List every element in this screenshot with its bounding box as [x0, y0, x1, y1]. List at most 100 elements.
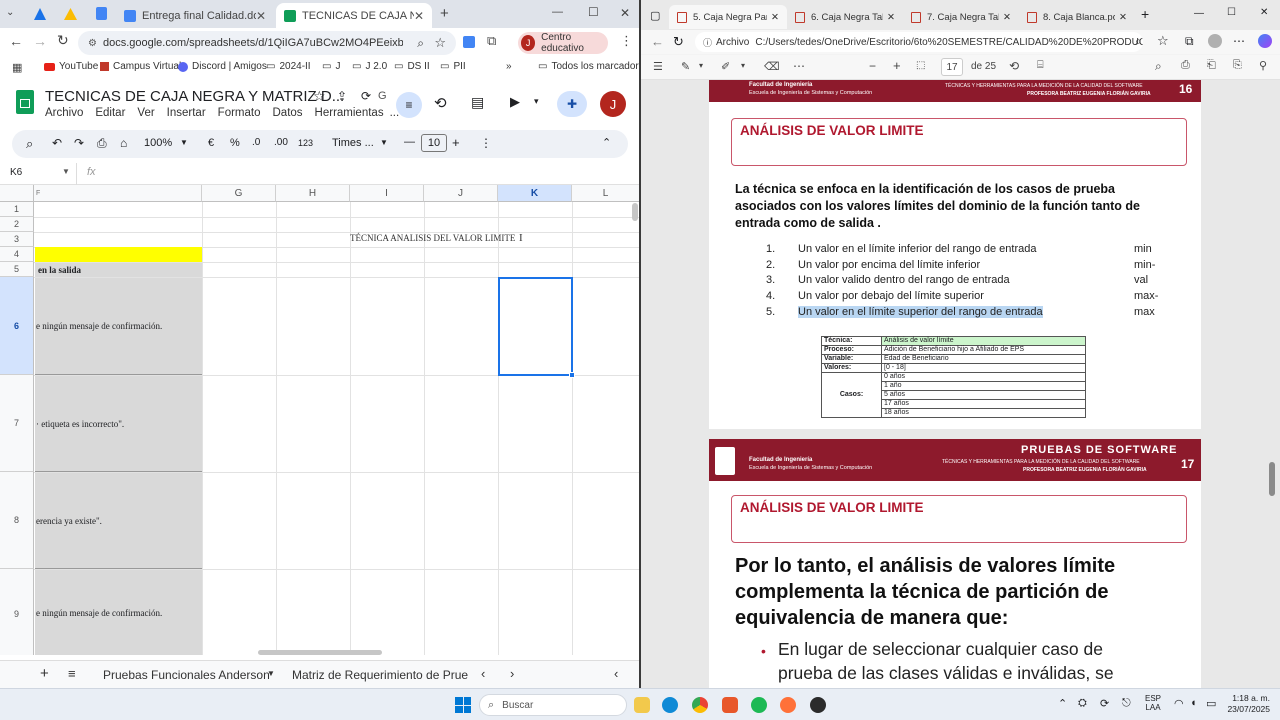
zoom-in-icon[interactable]: +: [893, 58, 901, 73]
star-icon[interactable]: ☆: [313, 88, 326, 105]
new-tab-button[interactable]: +: [1141, 6, 1149, 22]
print-icon[interactable]: ⎙: [97, 136, 107, 151]
rotate-icon[interactable]: ⟲: [1009, 59, 1019, 73]
share-button[interactable]: ✚: [557, 91, 587, 117]
highlight-icon[interactable]: ✎: [681, 60, 690, 73]
all-bookmarks-button[interactable]: ▭ Todos los marcadores: [538, 61, 640, 72]
zoom-out-icon[interactable]: −: [869, 59, 876, 73]
pdf-scrollbar[interactable]: [1269, 462, 1275, 496]
tray-icon[interactable]: ⎋: [1122, 697, 1131, 710]
new-tab-button[interactable]: +: [440, 5, 449, 22]
cell-f8[interactable]: erencia ya existe".: [35, 473, 202, 569]
zoom-select[interactable]: 100%: [144, 137, 172, 149]
vertical-scrollbar[interactable]: [632, 203, 638, 221]
all-sheets-icon[interactable]: ≡: [68, 666, 76, 681]
tab-caja-blanca[interactable]: 8. Caja Blanca.pdf ✕: [1019, 5, 1135, 29]
profile-icon[interactable]: [1208, 34, 1222, 48]
minimize-button[interactable]: —: [1194, 8, 1204, 19]
bookmark-folder[interactable]: ▭ 2024-II: [266, 61, 311, 72]
chevron-down-icon[interactable]: ▾: [534, 96, 539, 107]
pin-toolbar-icon[interactable]: ⚲: [1259, 59, 1267, 72]
meet-icon[interactable]: ▶: [510, 94, 520, 110]
column-header-f[interactable]: F: [34, 185, 202, 202]
spotify-icon[interactable]: [751, 697, 767, 713]
bookmark-folder[interactable]: ▭ J 2.0: [352, 61, 387, 72]
font-size-decrease[interactable]: —: [404, 136, 415, 148]
row-header-3[interactable]: 3: [0, 232, 34, 247]
column-header-l[interactable]: L: [572, 185, 640, 202]
bookmark-campus[interactable]: Campus Virtual: [100, 61, 181, 72]
chevron-down-icon[interactable]: ▼: [62, 167, 70, 176]
bookmark-youtube[interactable]: YouTube: [44, 61, 98, 72]
redo-icon[interactable]: ↷: [74, 136, 84, 150]
zoom-icon[interactable]: ⌕: [417, 36, 424, 51]
maximize-button[interactable]: ☐: [1227, 7, 1236, 18]
move-folder-icon[interactable]: ⇪: [337, 89, 347, 103]
chevron-down-icon[interactable]: ▾: [699, 61, 703, 70]
chevron-up-icon[interactable]: ⌃: [1058, 697, 1067, 710]
search-icon[interactable]: ⌕: [26, 136, 33, 152]
scroll-tabs-right-icon[interactable]: ›: [510, 666, 514, 681]
row-header-5[interactable]: 5: [0, 262, 34, 277]
windows-start-icon[interactable]: [455, 697, 471, 713]
more-icon[interactable]: ⋯: [793, 59, 805, 73]
user-avatar[interactable]: J: [600, 91, 626, 117]
side-panel-icon[interactable]: ‹: [614, 666, 618, 681]
row-header-2[interactable]: 2: [0, 217, 34, 232]
cloud-status-icon[interactable]: ⟳: [361, 89, 371, 103]
close-icon[interactable]: ✕: [887, 12, 895, 23]
maximize-button[interactable]: ☐: [588, 5, 599, 19]
zoom-icon[interactable]: ⌕: [1135, 34, 1142, 49]
cell-f7[interactable]: · etiqueta es incorrecto".: [35, 376, 202, 472]
profile-button[interactable]: J Centro educativo: [518, 32, 608, 54]
close-window-button[interactable]: ✕: [1260, 7, 1268, 18]
translate-icon[interactable]: [463, 36, 475, 48]
doc-title[interactable]: TECNICAS DE CAJA NEGRA Y MATRIZ D...: [45, 88, 344, 105]
font-size-increase[interactable]: +: [452, 135, 460, 150]
bookmark-discord[interactable]: Discord | Amigos: [178, 61, 267, 72]
chevron-down-icon[interactable]: ▼: [380, 138, 388, 147]
cell-f6[interactable]: e ningún mensaje de confirmación.: [35, 278, 202, 375]
tab-caja-negra-tablas[interactable]: 6. Caja Negra Tablas ✕: [787, 5, 903, 29]
bookmark-folder[interactable]: ▭ DS II: [394, 61, 430, 72]
clock[interactable]: 1:18 a. m. 23/07/2025: [1226, 693, 1270, 715]
chevron-down-icon[interactable]: ▾: [741, 61, 745, 70]
battery-icon[interactable]: ▭: [1206, 697, 1216, 710]
sidebar-toggle-icon[interactable]: ≡: [396, 92, 422, 118]
apps-grid-icon[interactable]: ▦: [12, 61, 22, 74]
number-format-button[interactable]: 123: [298, 138, 313, 148]
cell-f9[interactable]: e ningún mensaje de confirmación.: [35, 570, 202, 655]
tray-icon[interactable]: ⟳: [1100, 697, 1109, 710]
menu-formato[interactable]: Formato: [218, 107, 261, 119]
close-icon[interactable]: ✕: [771, 12, 779, 23]
tab-actions-icon[interactable]: ▢: [650, 9, 660, 22]
print-icon[interactable]: ⎙: [1181, 59, 1190, 72]
close-icon[interactable]: ✕: [256, 9, 266, 23]
font-size-input[interactable]: 10: [421, 134, 447, 152]
menu-kebab-icon[interactable]: ⋮: [620, 33, 633, 49]
selected-cell-k6[interactable]: [498, 277, 573, 376]
url-field[interactable]: ⓘ Archivo C:/Users/tedes/OneDrive/Escrit…: [695, 32, 1143, 52]
decrease-decimal-button[interactable]: .0: [252, 137, 260, 148]
site-info-icon[interactable]: ⚙: [88, 38, 97, 49]
menu-archivo[interactable]: Archivo: [45, 107, 83, 119]
comments-icon[interactable]: ▤: [471, 94, 484, 111]
row-header-6[interactable]: 6: [0, 277, 34, 375]
bookmark-folder[interactable]: ▭ PII: [440, 61, 466, 72]
history-icon[interactable]: ⟲: [434, 94, 447, 112]
menu-insertar[interactable]: Insertar: [167, 107, 206, 119]
currency-button[interactable]: €: [208, 137, 214, 149]
column-header-k[interactable]: K: [498, 185, 572, 202]
github-icon[interactable]: [810, 697, 826, 713]
firefox-icon[interactable]: [780, 697, 796, 713]
menu-ver[interactable]: Ver: [137, 107, 154, 119]
eraser-icon[interactable]: ⌫: [764, 60, 780, 73]
column-header-i[interactable]: I: [350, 185, 424, 202]
more-tools-icon[interactable]: ⋮: [480, 136, 492, 150]
increase-decimal-button[interactable]: .00: [274, 137, 288, 148]
chevron-down-icon[interactable]: ▼: [267, 669, 275, 678]
font-select[interactable]: Times ...: [332, 137, 374, 149]
save-icon[interactable]: ⎗: [1207, 59, 1216, 72]
close-icon[interactable]: ✕: [414, 9, 424, 23]
draw-icon[interactable]: ✐: [721, 60, 730, 73]
